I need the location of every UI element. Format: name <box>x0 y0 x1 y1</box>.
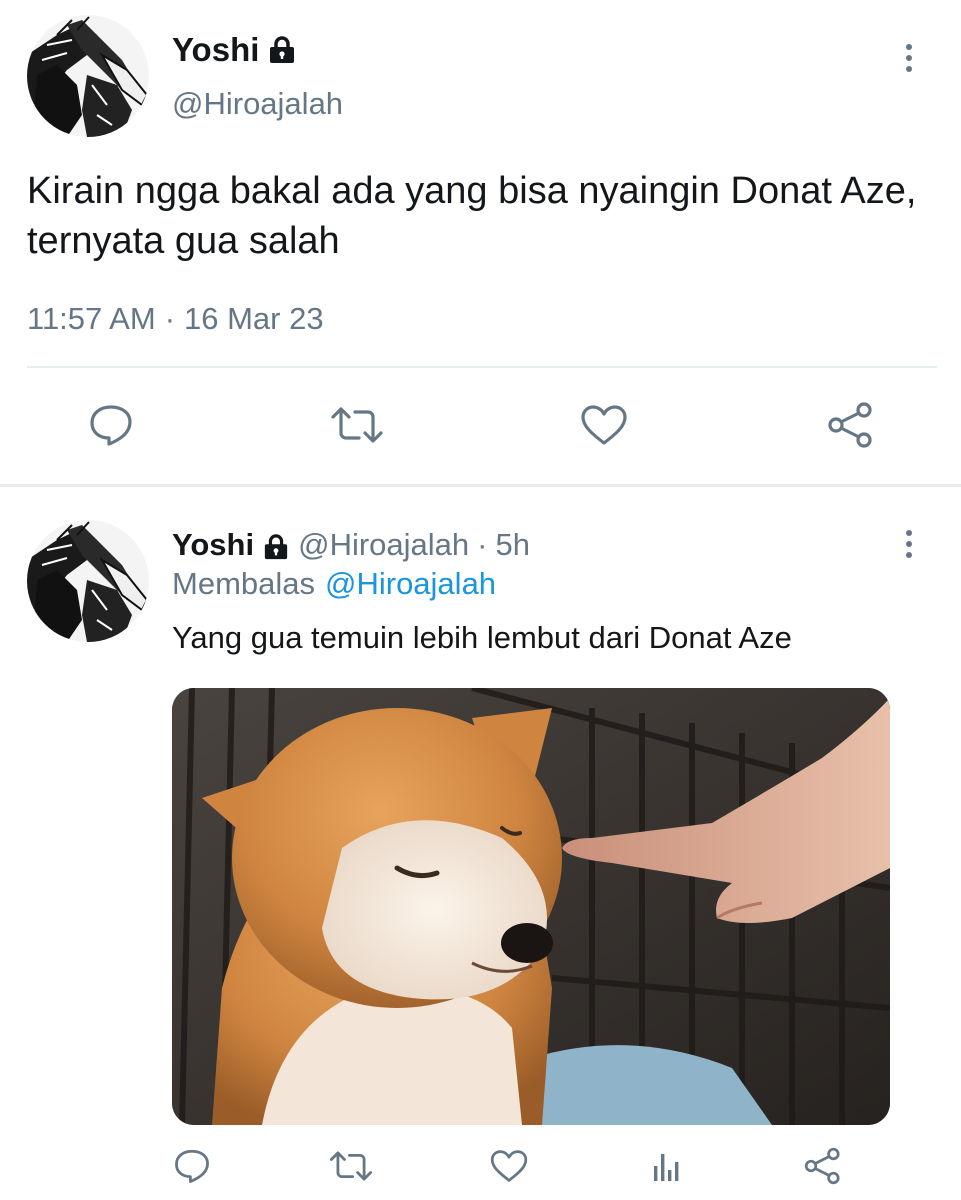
age-separator: · <box>477 527 488 562</box>
timestamp-separator: · <box>164 301 176 336</box>
avatar-image <box>27 15 149 137</box>
tweet-text: Yang gua temuin lebih lembut dari Donat … <box>172 620 792 655</box>
user-handle[interactable]: @Hiroajalah <box>172 86 343 122</box>
analytics-icon[interactable] <box>647 1146 687 1186</box>
like-icon[interactable] <box>488 1146 530 1186</box>
share-icon[interactable] <box>802 1144 844 1188</box>
share-icon[interactable] <box>826 400 876 450</box>
tweet-timestamp[interactable]: 11:57 AM · 16 Mar 23 <box>27 301 324 337</box>
section-divider <box>0 484 961 487</box>
avatar[interactable] <box>27 520 149 642</box>
more-vertical-icon[interactable] <box>893 524 925 564</box>
replying-to: Membalas @Hiroajalah <box>172 566 496 602</box>
lock-icon <box>267 36 297 64</box>
lock-icon <box>262 532 290 560</box>
more-vertical-icon[interactable] <box>893 38 925 78</box>
display-name[interactable]: Yoshi <box>172 527 254 563</box>
avatar[interactable] <box>27 15 149 137</box>
tweet-date: 16 Mar 23 <box>184 301 324 336</box>
replying-label: Membalas <box>172 566 315 601</box>
tweet-time: 11:57 AM <box>27 301 156 336</box>
retweet-icon[interactable] <box>329 402 385 448</box>
tweet-media[interactable] <box>172 688 890 1125</box>
dog-photo <box>172 688 890 1125</box>
tweet-age[interactable]: 5h <box>495 527 529 563</box>
display-name[interactable]: Yoshi <box>172 31 259 69</box>
tweet-text: Kirain ngga bakal ada yang bisa nyaingin… <box>27 170 917 262</box>
avatar-image <box>27 520 149 642</box>
reply-icon[interactable] <box>172 1146 212 1186</box>
user-handle[interactable]: @Hiroajalah <box>298 527 469 563</box>
reply-icon[interactable] <box>87 402 135 448</box>
retweet-icon[interactable] <box>327 1146 375 1186</box>
divider <box>27 366 937 368</box>
replying-to-handle[interactable]: @Hiroajalah <box>325 566 496 602</box>
like-icon[interactable] <box>579 402 629 448</box>
